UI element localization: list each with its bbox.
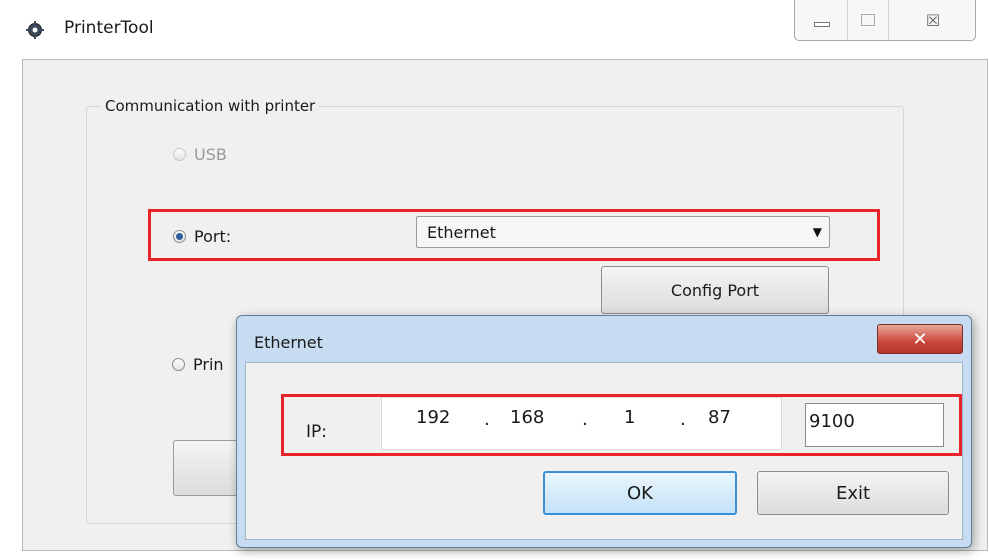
printer-radio[interactable] [172, 358, 185, 371]
close-icon: ✕ [912, 328, 928, 350]
groupbox-legend: Communication with printer [101, 97, 320, 115]
printer-radio-option[interactable]: Prin [172, 355, 224, 374]
minimize-button[interactable] [799, 0, 845, 40]
usb-label: USB [194, 145, 227, 164]
close-icon: ☒ [925, 10, 941, 30]
printer-label-partial: Prin [193, 355, 224, 374]
dialog-title: Ethernet [254, 333, 323, 352]
exit-button[interactable]: Exit [757, 471, 949, 515]
maximize-icon [861, 14, 875, 26]
ok-button[interactable]: OK [543, 471, 737, 515]
config-port-button[interactable]: Config Port [601, 266, 829, 314]
ip-highlight-box [281, 394, 962, 456]
usb-radio-option[interactable]: USB [173, 145, 227, 164]
gear-icon [26, 21, 44, 39]
dialog-close-button[interactable]: ✕ [877, 324, 963, 354]
port-highlight-box [148, 209, 880, 261]
window-controls: ☒ [794, 0, 976, 41]
maximize-button[interactable] [847, 0, 889, 40]
app-title: PrinterTool [64, 18, 154, 38]
close-button[interactable]: ☒ [891, 0, 975, 40]
title-bar: PrinterTool ☒ [0, 0, 989, 58]
usb-radio[interactable] [173, 148, 186, 161]
minimize-icon [814, 21, 830, 27]
